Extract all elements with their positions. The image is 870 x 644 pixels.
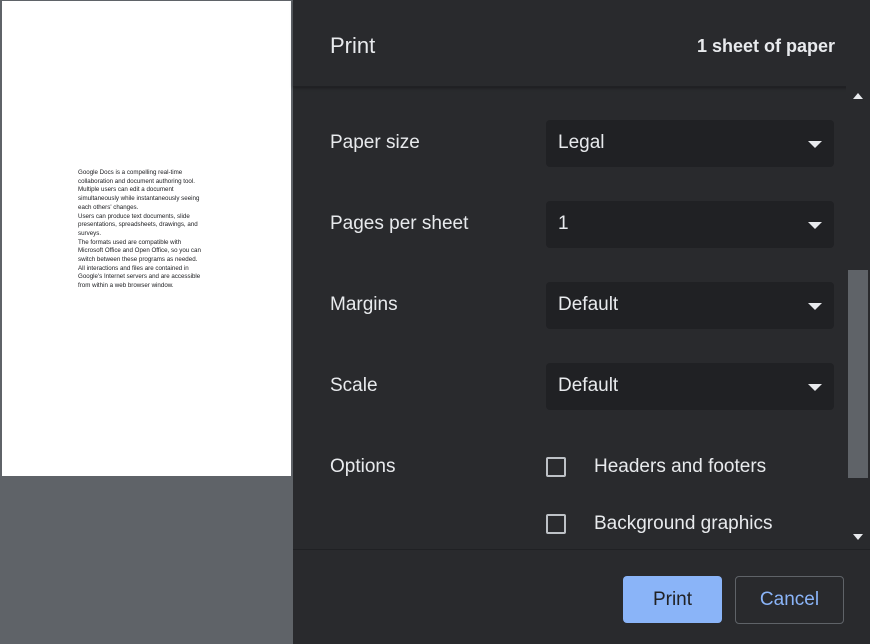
preview-line: switch between these programs as needed. [78, 256, 198, 264]
preview-line: All interactions and files are contained… [78, 264, 189, 272]
scroll-down-arrow-icon[interactable] [853, 534, 863, 540]
print-header: Print 1 sheet of paper [293, 0, 870, 87]
settings-scrollbar[interactable] [846, 86, 870, 550]
margins-value: Default [558, 294, 619, 315]
pages-per-sheet-value: 1 [558, 213, 569, 234]
background-graphics-checkbox[interactable] [546, 514, 566, 534]
chevron-down-icon [808, 303, 822, 310]
print-button[interactable]: Print [623, 576, 722, 623]
paper-size-select[interactable]: Legal [546, 120, 834, 167]
preview-page-text: Google Docs is a compelling real-time co… [78, 169, 218, 291]
preview-line: Users can produce text documents, slide [78, 212, 190, 220]
headers-footers-checkbox[interactable] [546, 457, 566, 477]
preview-line: collaboration and document authoring too… [78, 177, 195, 185]
chevron-down-icon [808, 384, 822, 391]
scale-select[interactable]: Default [546, 363, 834, 410]
preview-line: simultaneously while instantaneously see… [78, 195, 200, 203]
scroll-thumb[interactable] [848, 270, 868, 478]
preview-page: Google Docs is a compelling real-time co… [2, 1, 291, 476]
print-footer: Print Cancel [293, 549, 870, 644]
preview-line: Google Docs is a compelling real-time [78, 169, 183, 176]
preview-line: each others' changes. [78, 203, 139, 211]
paper-size-value: Legal [558, 132, 605, 153]
margins-label: Margins [330, 294, 398, 315]
chevron-down-icon [808, 141, 822, 148]
background-graphics-label[interactable]: Background graphics [594, 513, 773, 535]
preview-line: Multiple users can edit a document [78, 186, 174, 194]
pages-per-sheet-label: Pages per sheet [330, 213, 469, 234]
headers-footers-label[interactable]: Headers and footers [594, 456, 766, 478]
margins-select[interactable]: Default [546, 282, 834, 329]
preview-line: The formats used are compatible with [78, 238, 182, 246]
preview-line: surveys. [78, 229, 102, 237]
preview-line: Microsoft Office and Open Office, so you… [78, 247, 201, 255]
print-settings-panel: Print 1 sheet of paper Paper size Legal … [293, 0, 870, 644]
options-label: Options [330, 456, 396, 477]
print-preview-area: Google Docs is a compelling real-time co… [0, 0, 293, 643]
preview-line: from within a web browser window. [78, 282, 174, 290]
page-title: Print [330, 33, 376, 58]
pages-per-sheet-select[interactable]: 1 [546, 201, 834, 248]
scale-label: Scale [330, 375, 378, 396]
chevron-down-icon [808, 222, 822, 229]
cancel-button[interactable]: Cancel [735, 576, 844, 624]
scale-value: Default [558, 375, 619, 396]
sheet-count: 1 sheet of paper [696, 36, 835, 56]
preview-line: presentations, spreadsheets, drawings, a… [78, 221, 198, 229]
paper-size-label: Paper size [330, 132, 420, 153]
preview-line: Google's Internet servers and are access… [78, 273, 201, 281]
scroll-up-arrow-icon[interactable] [853, 93, 863, 99]
